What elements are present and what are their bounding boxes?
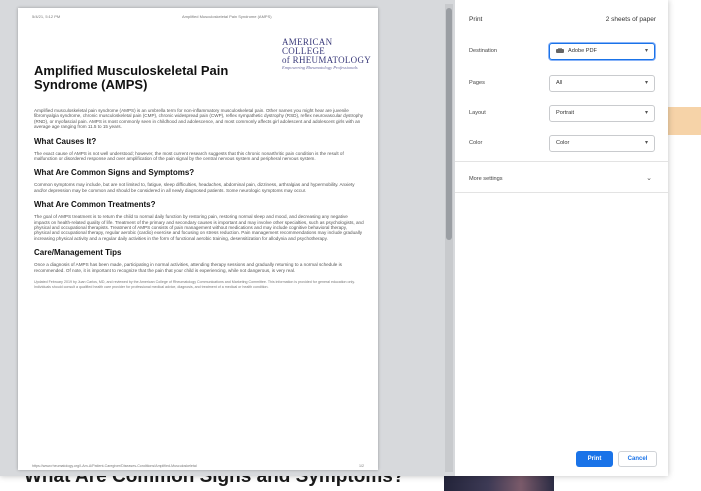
sheet-count: 2 sheets of paper (605, 16, 656, 23)
logo-tagline: Empowering Rheumatology Professionals (282, 65, 358, 70)
heading-signs: What Are Common Signs and Symptoms? (34, 168, 195, 178)
intro-paragraph: Amplified musculoskeletal pain syndrome … (34, 108, 364, 130)
sheet-footer-page: 1/2 (359, 464, 364, 468)
preview-sheet: 5/4/21, 5:12 PM Amplified Musculoskeleta… (18, 8, 378, 470)
signs-paragraph: Common symptoms may include, but are not… (34, 182, 355, 193)
sheet-header-title: Amplified Musculoskeletal Pain Syndrome … (182, 14, 272, 19)
fineprint-paragraph: Updated February 2019 by Juan Carlos, MD… (34, 280, 355, 289)
preview-scrollbar-thumb[interactable] (446, 8, 452, 240)
heading-care: Care/Management Tips (34, 248, 122, 258)
layout-value: Portrait (556, 110, 575, 116)
chevron-down-icon: ▾ (644, 48, 648, 54)
layout-select[interactable]: Portrait ▾ (549, 105, 655, 122)
print-preview-pane[interactable]: 5/4/21, 5:12 PM Amplified Musculoskeleta… (0, 0, 455, 476)
document-title: Amplified Musculoskeletal Pain Syndrome … (34, 63, 229, 92)
layout-label: Layout (469, 110, 486, 116)
acr-logo: AMERICAN COLLEGE of RHEUMATOLOGY Empower… (282, 38, 372, 71)
print-dialog: 5/4/21, 5:12 PM Amplified Musculoskeleta… (0, 0, 668, 476)
destination-select[interactable]: Adobe PDF ▾ (549, 43, 655, 60)
heading-causes: What Causes It? (34, 136, 97, 146)
logo-line-1: AMERICAN COLLEGE (282, 37, 333, 56)
settings-divider (455, 161, 668, 162)
sheet-footer-url: https://www.rheumatology.org/I-Am-A/Pati… (32, 464, 197, 468)
color-select[interactable]: Color ▾ (549, 135, 655, 152)
causes-paragraph: The exact cause of AMPS is not well unde… (34, 150, 344, 162)
destination-label: Destination (469, 48, 497, 54)
chevron-down-icon: ▾ (644, 140, 648, 146)
pages-select[interactable]: All ▾ (549, 75, 655, 92)
pages-value: All (556, 80, 563, 86)
print-button[interactable]: Print (576, 451, 613, 467)
cancel-button[interactable]: Cancel (618, 451, 657, 467)
print-dialog-title: Print (469, 16, 483, 23)
chevron-down-icon: ▾ (644, 80, 648, 86)
more-settings-toggle[interactable]: More settings (469, 176, 503, 182)
destination-value: Adobe PDF (568, 48, 597, 54)
color-value: Color (556, 140, 570, 146)
logo-line-2: of RHEUMATOLOGY (282, 55, 372, 65)
background-accent-block (668, 107, 701, 135)
treatments-paragraph: The goal of AMPS treatment is to return … (34, 214, 364, 241)
settings-divider (455, 192, 668, 193)
expand-chevron-icon[interactable]: ⌄ (646, 174, 652, 182)
document-body: Amplified musculoskeletal pain syndrome … (34, 108, 364, 289)
heading-treatments: What Are Common Treatments? (34, 200, 156, 210)
printer-icon (556, 47, 564, 54)
care-paragraph: Once a diagnosis of AMPS has been made, … (34, 262, 342, 273)
chevron-down-icon: ▾ (644, 110, 648, 116)
sheet-header-date: 5/4/21, 5:12 PM (32, 14, 61, 19)
color-label: Color (469, 140, 483, 146)
print-settings-pane: Print 2 sheets of paper Destination Adob… (455, 0, 668, 476)
pages-label: Pages (469, 80, 485, 86)
